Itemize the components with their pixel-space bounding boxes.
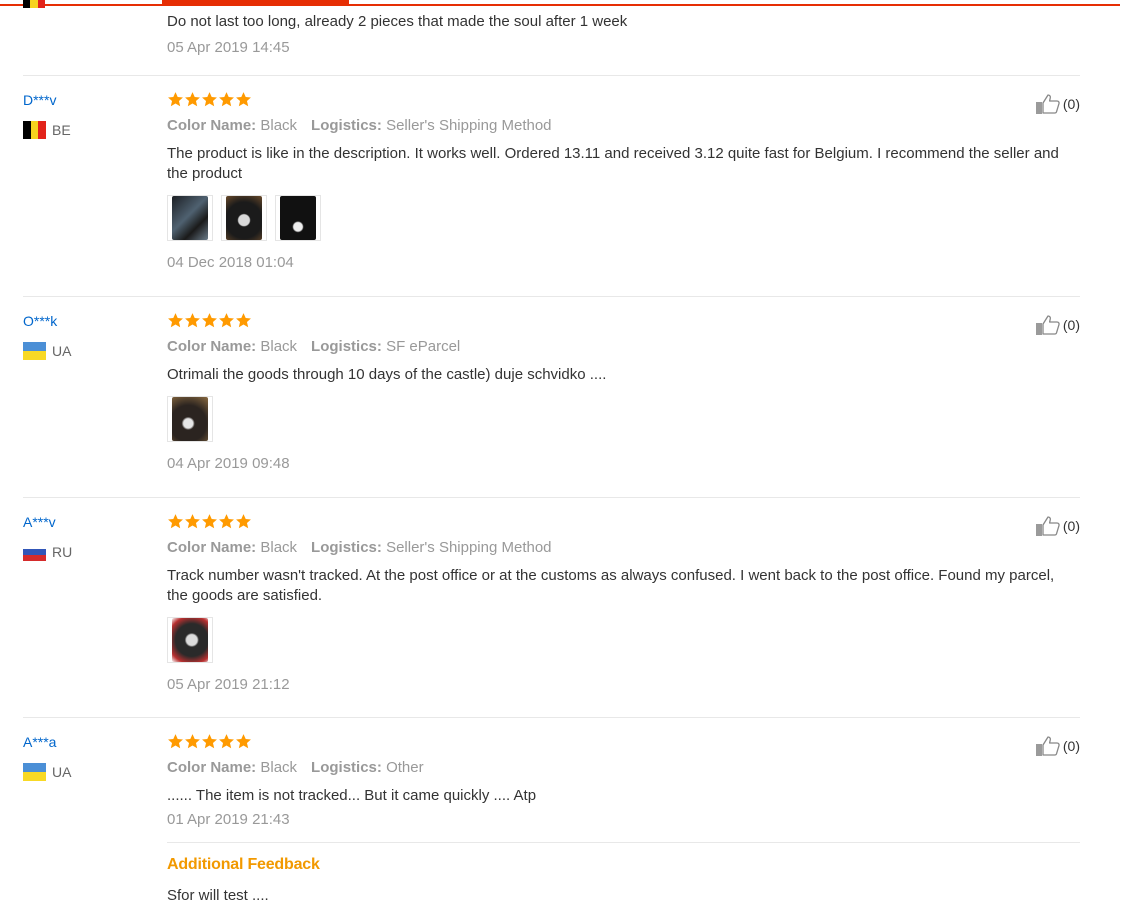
color-name-label: Color Name: [167, 117, 257, 134]
review-divider [23, 497, 1080, 498]
review-photo-thumbnail[interactable] [167, 195, 213, 241]
review-photo-thumbnail[interactable] [167, 396, 213, 442]
country-code: BE [52, 122, 71, 138]
star-icon [201, 513, 218, 530]
helpful-count: (0) [1062, 96, 1080, 112]
active-tab-indicator [162, 0, 349, 6]
star-rating [167, 513, 1079, 531]
star-icon [167, 733, 184, 750]
color-name-label: Color Name: [167, 338, 257, 355]
helpful-count: (0) [1062, 317, 1080, 333]
review-date: 05 Apr 2019 21:12 [167, 676, 290, 693]
star-icon [201, 312, 218, 329]
review-attributes: Color Name: Black Logistics: Seller's Shi… [167, 538, 1079, 558]
country-flag [23, 0, 45, 8]
review-photos [167, 617, 1079, 663]
review-attributes: Color Name: Black Logistics: Seller's Shi… [167, 116, 1079, 136]
review-text: Otrimali the goods through 10 days of th… [167, 366, 607, 383]
star-icon [218, 91, 235, 108]
review-photos [167, 195, 1079, 241]
review-date: 04 Apr 2019 09:48 [167, 455, 290, 472]
review-attributes: Color Name: Black Logistics: Other [167, 758, 1079, 778]
reviewer-country: UA [23, 763, 71, 781]
reviewer-name[interactable]: A***v [23, 514, 56, 530]
review-photo-thumbnail[interactable] [275, 195, 321, 241]
star-rating [167, 312, 1079, 330]
review-photo-thumbnail[interactable] [167, 617, 213, 663]
helpful-button[interactable]: (0) [1035, 735, 1080, 757]
country-flag [23, 763, 46, 781]
review-photos [167, 396, 1079, 442]
country-code: UA [52, 764, 72, 780]
logistics-label: Logistics: [311, 338, 382, 355]
color-name-value: Black [260, 539, 298, 556]
star-rating [167, 91, 1079, 109]
country-code: RU [52, 544, 73, 560]
review-date: 01 Apr 2019 21:43 [167, 811, 290, 828]
reviewer-country: RU [23, 543, 72, 561]
thumbs-up-icon [1035, 93, 1061, 115]
previous-review-text: Do not last too long, already 2 pieces t… [167, 13, 628, 30]
helpful-count: (0) [1062, 738, 1080, 754]
thumbs-up-icon [1035, 314, 1061, 336]
star-rating [167, 733, 1079, 751]
country-flag [23, 121, 46, 139]
star-icon [184, 733, 201, 750]
logistics-label: Logistics: [311, 539, 382, 556]
thumbs-up-icon [1035, 735, 1061, 757]
review-photo-thumbnail[interactable] [221, 195, 267, 241]
additional-feedback-title: Additional Feedback [167, 856, 320, 873]
previous-review-date: 05 Apr 2019 14:45 [167, 39, 290, 56]
logistics-value: Seller's Shipping Method [386, 539, 552, 556]
helpful-button[interactable]: (0) [1035, 93, 1080, 115]
star-icon [218, 733, 235, 750]
reviewer-name[interactable]: A***a [23, 734, 56, 750]
star-icon [235, 733, 252, 750]
logistics-value: Other [386, 759, 424, 776]
star-icon [235, 91, 252, 108]
color-name-value: Black [260, 759, 298, 776]
star-icon [167, 312, 184, 329]
thumbs-up-icon [1035, 515, 1061, 537]
reviewer-name[interactable]: O***k [23, 313, 57, 329]
color-name-label: Color Name: [167, 759, 257, 776]
review-text: ...... The item is not tracked... But it… [167, 787, 537, 804]
color-name-value: Black [260, 117, 298, 134]
star-icon [184, 513, 201, 530]
logistics-value: SF eParcel [386, 338, 461, 355]
star-icon [201, 733, 218, 750]
color-name-value: Black [260, 338, 298, 355]
star-icon [184, 312, 201, 329]
helpful-count: (0) [1062, 518, 1080, 534]
star-icon [235, 312, 252, 329]
star-icon [235, 513, 252, 530]
review-text: Track number wasn't tracked. At the post… [167, 567, 1055, 604]
review-divider [23, 75, 1080, 76]
review-date: 04 Dec 2018 01:04 [167, 254, 294, 271]
logistics-label: Logistics: [311, 117, 382, 134]
additional-feedback-divider [167, 842, 1080, 843]
review-text: The product is like in the description. … [167, 145, 1059, 182]
helpful-button[interactable]: (0) [1035, 314, 1080, 336]
logistics-value: Seller's Shipping Method [386, 117, 552, 134]
star-icon [218, 312, 235, 329]
review-divider [23, 296, 1080, 297]
review-divider [23, 717, 1080, 718]
logistics-label: Logistics: [311, 759, 382, 776]
star-icon [201, 91, 218, 108]
reviewer-country: UA [23, 342, 71, 360]
country-code: UA [52, 343, 72, 359]
reviewer-name[interactable]: D***v [23, 92, 56, 108]
star-icon [184, 91, 201, 108]
star-icon [167, 91, 184, 108]
country-flag [23, 342, 46, 360]
review-attributes: Color Name: Black Logistics: SF eParcel [167, 337, 1079, 357]
color-name-label: Color Name: [167, 539, 257, 556]
star-icon [167, 513, 184, 530]
helpful-button[interactable]: (0) [1035, 515, 1080, 537]
additional-feedback-text: Sfor will test .... [167, 887, 269, 904]
star-icon [218, 513, 235, 530]
country-flag [23, 543, 46, 561]
reviewer-country: BE [23, 121, 71, 139]
